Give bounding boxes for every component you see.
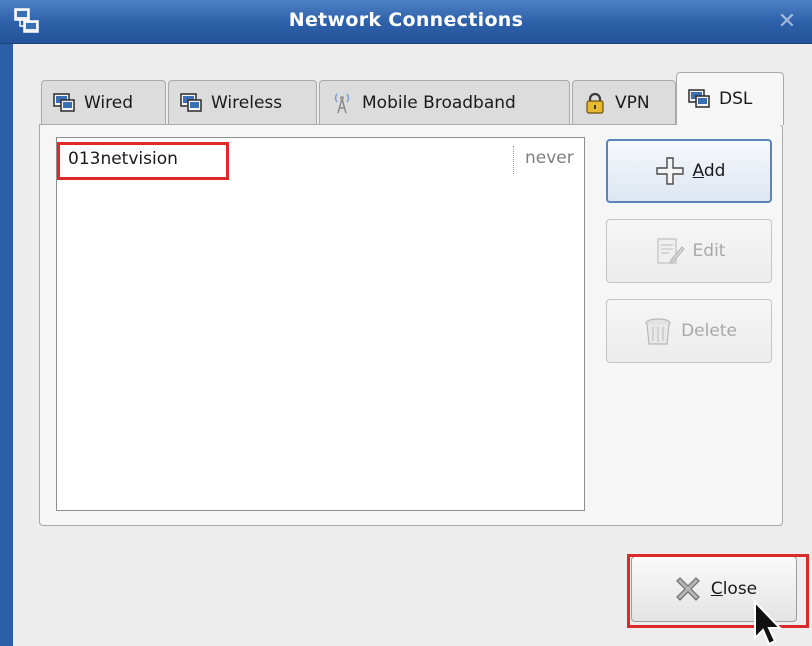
network-connections-window: Network Connections ✕ Wired Wireless Mob… — [0, 0, 812, 646]
trash-icon — [645, 318, 671, 345]
tab-label: Mobile Broadband — [362, 92, 516, 113]
close-x-icon — [675, 577, 700, 601]
tab-dsl[interactable]: DSL — [676, 72, 784, 125]
network-icon — [53, 92, 75, 112]
connection-name: 013netvision — [57, 142, 229, 180]
tab-label: DSL — [719, 89, 753, 109]
add-button[interactable]: Add — [606, 139, 772, 203]
antenna-icon — [334, 93, 350, 113]
tab-wired[interactable]: Wired — [41, 80, 166, 124]
mouse-cursor-icon — [754, 600, 783, 646]
connection-list[interactable]: 013netvision never — [56, 137, 585, 511]
edit-icon — [656, 238, 685, 264]
tab-vpn[interactable]: VPN — [572, 80, 676, 124]
network-icon — [180, 92, 202, 112]
window-close-icon[interactable]: ✕ — [770, 6, 804, 38]
list-item[interactable]: 013netvision never — [57, 138, 584, 180]
tab-label: VPN — [615, 92, 650, 113]
edit-button-label: Edit — [692, 241, 726, 261]
tab-label: Wired — [84, 92, 134, 113]
close-button-label: Close — [710, 579, 758, 599]
connection-last-used: never — [525, 148, 574, 168]
delete-button-label: Delete — [681, 321, 737, 341]
tab-label: Wireless — [211, 92, 283, 113]
window-frame — [0, 44, 13, 646]
dialog-body: Wired Wireless Mobile Broadband VPN DSL … — [13, 44, 812, 646]
tab-wireless[interactable]: Wireless — [168, 80, 317, 124]
edit-button[interactable]: Edit — [606, 219, 772, 283]
tab-mobile-broadband[interactable]: Mobile Broadband — [319, 80, 570, 124]
lock-icon — [586, 92, 604, 114]
delete-button[interactable]: Delete — [606, 299, 772, 363]
titlebar[interactable]: Network Connections ✕ — [0, 0, 812, 44]
network-icon — [688, 89, 710, 108]
plus-icon — [655, 157, 684, 185]
window-title: Network Connections — [288, 9, 524, 31]
dsl-tab-panel: 013netvision never Add Edit Delete — [39, 124, 783, 526]
column-divider — [513, 146, 514, 174]
add-button-label: Add — [692, 161, 726, 181]
